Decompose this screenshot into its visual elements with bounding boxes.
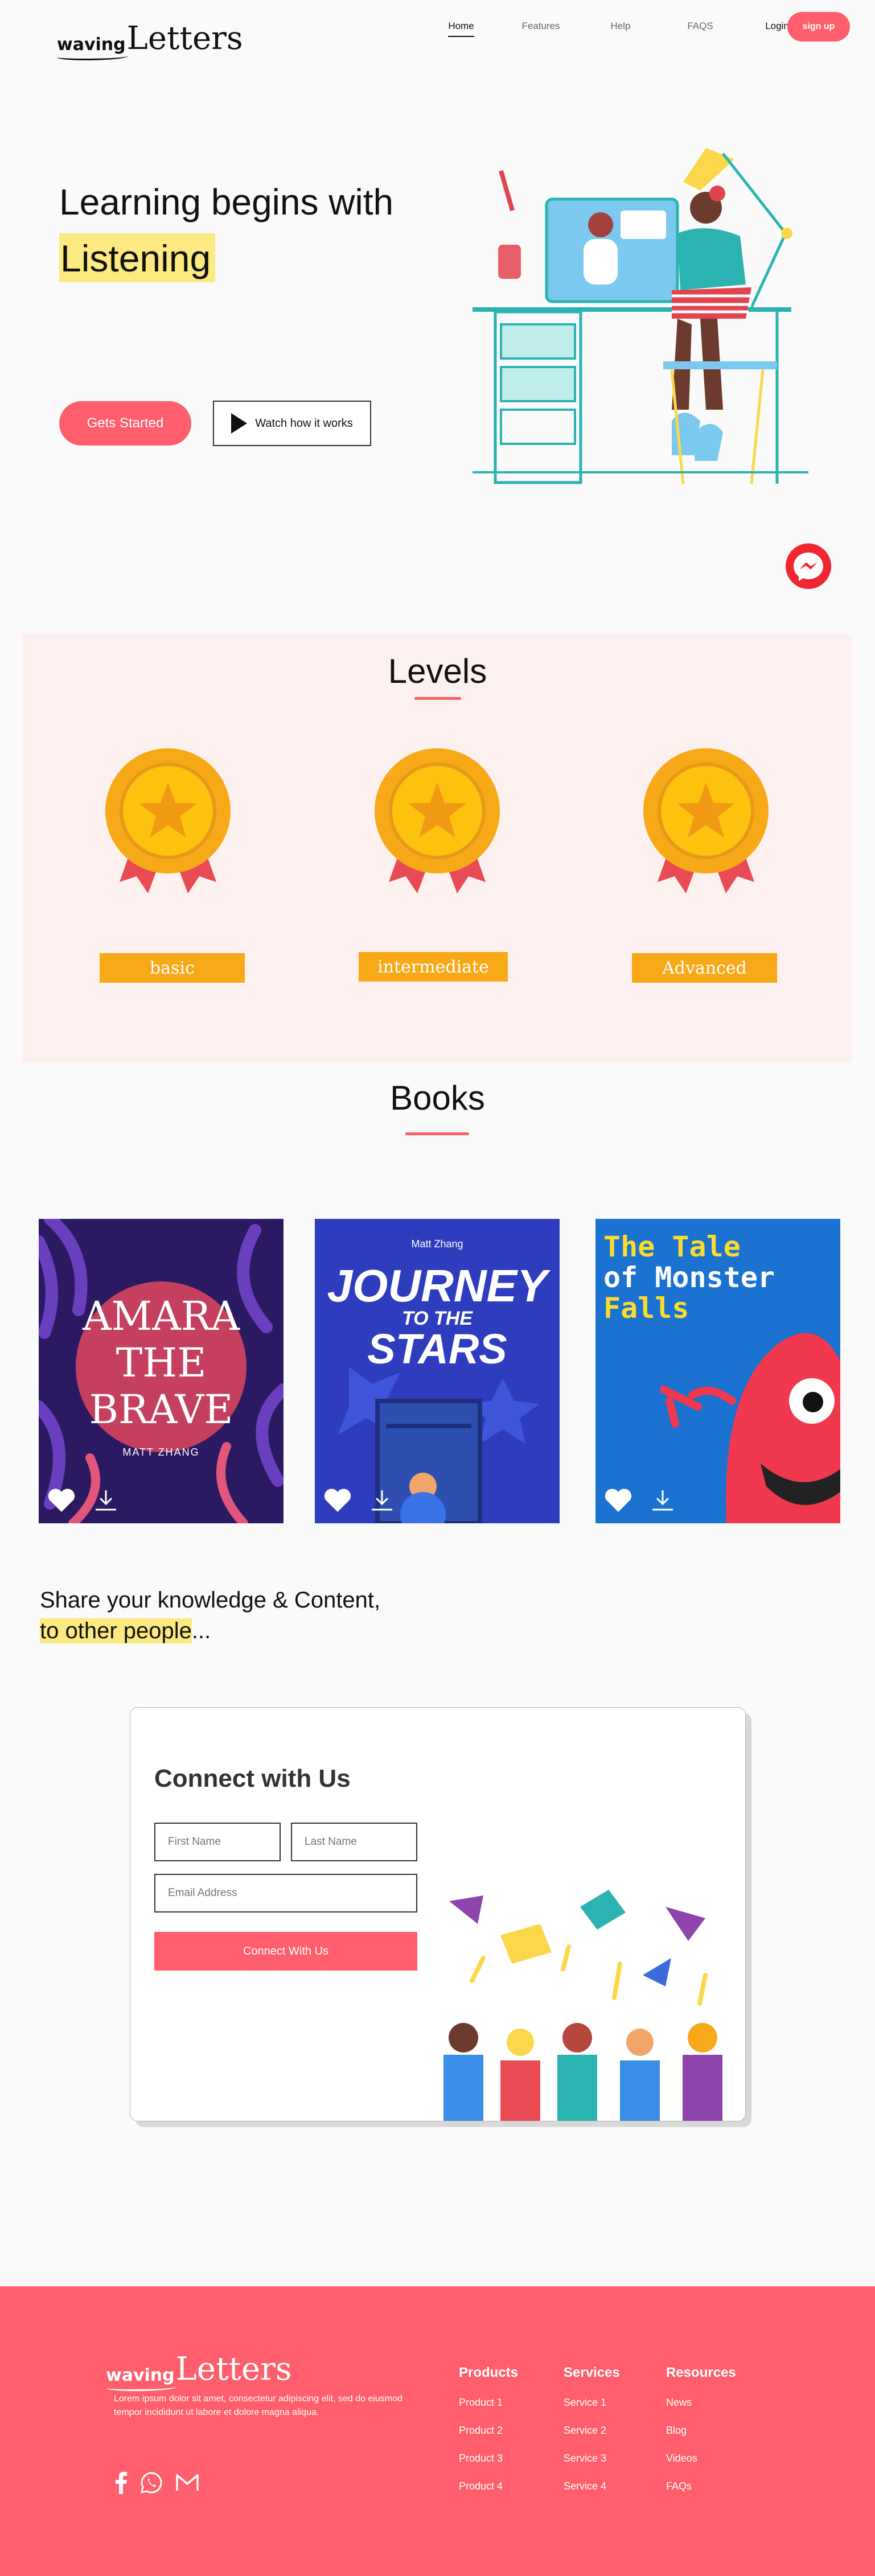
medal-icon: [643, 748, 769, 893]
share-highlight: to other people: [40, 1618, 192, 1643]
whatsapp-icon[interactable]: [140, 2471, 163, 2494]
hero-highlight: Listening: [59, 233, 216, 282]
social-links: [114, 2471, 199, 2494]
play-icon: [231, 413, 248, 434]
levels-section: Levels basic intermediate Advanced: [23, 634, 852, 1062]
messenger-icon[interactable]: [786, 543, 831, 589]
footer-link[interactable]: Product 1: [459, 2397, 518, 2409]
email-field[interactable]: [154, 1874, 417, 1913]
book-title-line: BRAVE: [89, 1386, 233, 1433]
facebook-icon[interactable]: [114, 2471, 128, 2494]
footer-column-products: Products Product 1 Product 2 Product 3 P…: [459, 2365, 518, 2508]
footer-link[interactable]: News: [666, 2397, 736, 2409]
watch-video-button[interactable]: Watch how it works: [213, 401, 371, 446]
logo-big-text: Letters: [126, 20, 243, 57]
footer-link[interactable]: Service 2: [564, 2425, 620, 2437]
footer-link[interactable]: Product 2: [459, 2425, 518, 2437]
book-title-line: Falls: [603, 1292, 689, 1325]
level-intermediate-label[interactable]: intermediate: [359, 952, 508, 982]
footer-link[interactable]: Service 1: [564, 2397, 620, 2409]
footer-link[interactable]: Service 3: [564, 2453, 620, 2464]
book-author: Matt Zhang: [411, 1238, 463, 1250]
book-title-line: THE: [116, 1339, 207, 1386]
last-name-field[interactable]: [291, 1823, 417, 1861]
footer-column-services: Services Service 1 Service 2 Service 3 S…: [564, 2365, 620, 2508]
nav-faqs[interactable]: FAQS: [660, 20, 740, 32]
books-title: Books: [390, 1079, 485, 1117]
footer-column-title: Services: [564, 2365, 620, 2380]
connect-form-card: Connect with Us Connect With Us: [130, 1707, 746, 2121]
level-advanced-label[interactable]: Advanced: [632, 953, 777, 983]
footer-logo[interactable]: waving Letters: [106, 2351, 292, 2391]
footer-link[interactable]: Videos: [666, 2453, 736, 2464]
nav-features[interactable]: Features: [501, 20, 581, 32]
book-title: JOURNEY TO THE STARS: [315, 1263, 560, 1370]
book-title-line: The Tale: [603, 1230, 741, 1263]
book-author: MATT ZHANG: [122, 1446, 200, 1458]
book-title: AMARA THE BRAVE: [39, 1293, 284, 1433]
book-card-amara[interactable]: AMARA THE BRAVE MATT ZHANG: [39, 1219, 284, 1523]
footer-description: Lorem ipsum dolor sit amet, consectetur …: [114, 2394, 402, 2417]
logo-big-text: Letters: [175, 2351, 292, 2388]
nav-help[interactable]: Help: [581, 20, 660, 32]
book-actions: [47, 1488, 118, 1513]
level-basic-label[interactable]: basic: [100, 953, 245, 983]
heart-icon[interactable]: [323, 1488, 352, 1513]
logo-small-text: waving: [106, 2365, 177, 2391]
logo-small-text: waving: [57, 35, 128, 60]
connect-title: Connect with Us: [154, 1765, 351, 1792]
footer-link[interactable]: Product 4: [459, 2480, 518, 2492]
heart-icon[interactable]: [603, 1488, 633, 1513]
book-title-line: AMARA: [82, 1293, 240, 1339]
footer-column-title: Products: [459, 2365, 519, 2380]
footer-column-resources: Resources News Blog Videos FAQs: [666, 2365, 736, 2508]
footer-link[interactable]: Product 3: [459, 2453, 518, 2464]
book-card-monster[interactable]: The Tale of Monster Falls: [595, 1219, 840, 1523]
site-footer: waving Letters Lorem ipsum dolor sit ame…: [0, 2286, 875, 2576]
nav-home[interactable]: Home: [421, 20, 501, 37]
footer-link[interactable]: Blog: [666, 2425, 736, 2437]
book-title: The Tale of Monster Falls: [603, 1231, 775, 1324]
share-line-1: Share your knowledge & Content,: [40, 1588, 381, 1613]
download-icon[interactable]: [650, 1488, 675, 1513]
footer-link[interactable]: FAQs: [666, 2480, 736, 2492]
mail-icon[interactable]: [175, 2474, 199, 2492]
download-icon[interactable]: [369, 1488, 395, 1513]
books-title-underline: [405, 1132, 469, 1135]
footer-column-title: Resources: [666, 2365, 736, 2380]
book-actions: [603, 1488, 675, 1513]
watch-video-label: Watch how it works: [255, 417, 353, 430]
levels-title: Levels: [388, 652, 487, 690]
footer-link[interactable]: Service 4: [564, 2480, 620, 2492]
share-heading: Share your knowledge & Content, to other…: [40, 1585, 380, 1646]
hero-illustration: [473, 148, 808, 484]
main-nav: Home Features Help FAQS Login: [421, 20, 814, 37]
levels-title-underline: [414, 697, 461, 700]
first-name-field[interactable]: [154, 1823, 281, 1861]
connect-submit-button[interactable]: Connect With Us: [154, 1932, 417, 1971]
share-ellipsis: ...: [191, 1618, 211, 1643]
download-icon[interactable]: [93, 1488, 118, 1513]
book-title-line: JOURNEY: [327, 1260, 548, 1311]
get-started-button[interactable]: Gets Started: [59, 401, 191, 446]
medal-icon: [105, 748, 231, 893]
heart-icon[interactable]: [47, 1488, 76, 1513]
book-title-line: STARS: [367, 1325, 507, 1373]
book-actions: [323, 1488, 395, 1513]
book-title-line: of Monster: [603, 1261, 775, 1294]
book-card-journey[interactable]: Matt Zhang JOURNEY TO THE STARS: [315, 1219, 560, 1523]
signup-button[interactable]: sign up: [787, 12, 850, 42]
medal-icon: [375, 748, 500, 893]
graduation-illustration: [443, 1890, 722, 2121]
hero-title: Learning begins with: [59, 182, 394, 222]
brand-logo[interactable]: waving Letters: [57, 20, 243, 60]
